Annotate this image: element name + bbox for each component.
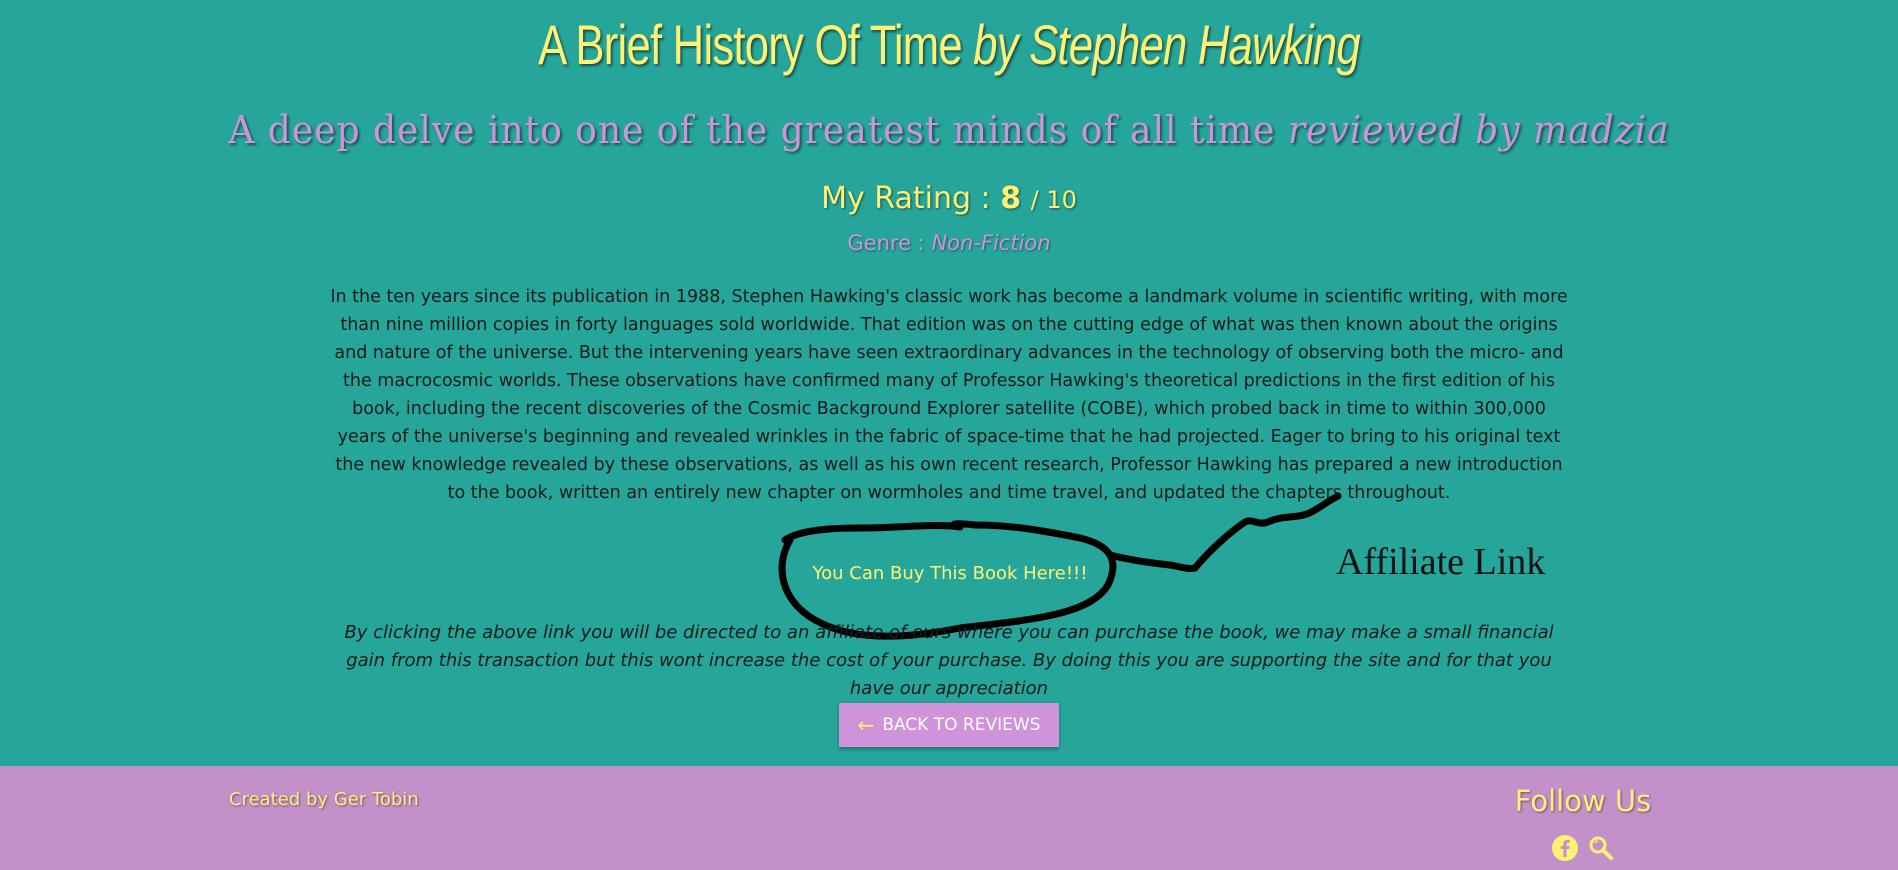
arrow-left-icon: ← (857, 713, 875, 737)
buy-book-link[interactable]: You Can Buy This Book Here!!! (780, 563, 1120, 584)
affiliate-disclaimer: By clicking the above link you will be d… (344, 622, 1554, 699)
book-author: by Stephen Hawking (973, 13, 1360, 76)
genre-value: Non-Fiction (931, 231, 1051, 255)
follow-us-heading: Follow Us (1514, 784, 1652, 818)
genre-label: Genre : (847, 231, 925, 255)
page-subtitle: A deep delve into one of the greatest mi… (47, 108, 1850, 152)
search-icon[interactable] (1587, 834, 1615, 862)
book-title: A Brief History Of Time (538, 13, 963, 76)
footer: Created by Ger Tobin Follow Us (0, 766, 1898, 870)
affiliate-annotation: Affiliate Link (1336, 541, 1546, 583)
back-to-reviews-button[interactable]: ← BACK TO REVIEWS (839, 703, 1059, 747)
back-button-label: BACK TO REVIEWS (882, 715, 1041, 735)
rating-label: My Rating : (821, 181, 991, 216)
page-title: A Brief History Of Time by Stephen Hawki… (209, 12, 1689, 77)
reviewer-text: reviewed by madzia (1287, 108, 1670, 152)
created-by: Created by Ger Tobin (229, 789, 419, 810)
rating-score: 8 (1000, 181, 1022, 216)
rating-max: / 10 (1030, 186, 1077, 214)
rating: My Rating : 8 / 10 (0, 181, 1898, 216)
book-description: In the ten years since its publication i… (330, 287, 1568, 503)
main-content: A Brief History Of Time by Stephen Hawki… (0, 0, 1898, 766)
subtitle-text: A deep delve into one of the greatest mi… (228, 108, 1276, 152)
genre: Genre : Non-Fiction (0, 231, 1898, 255)
social-icons (1551, 834, 1615, 862)
facebook-icon[interactable] (1551, 834, 1579, 862)
